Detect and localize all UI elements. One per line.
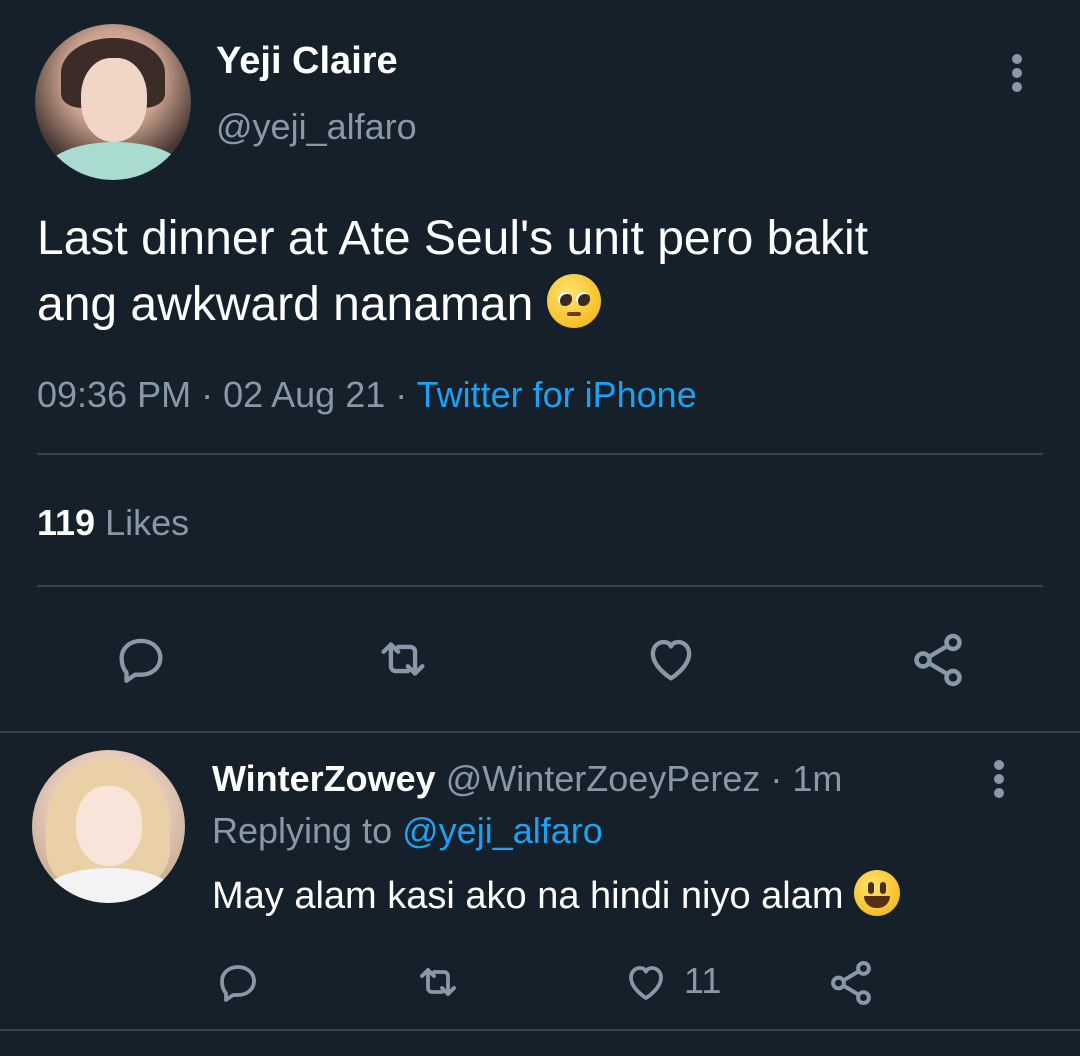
- retweet-icon[interactable]: [372, 630, 434, 688]
- likes-label: Likes: [105, 502, 190, 543]
- reply-author-name[interactable]: WinterZowey: [212, 758, 436, 799]
- like-icon[interactable]: [622, 958, 670, 1006]
- meta-separator: ·: [385, 374, 417, 415]
- likes-count: 119: [37, 502, 96, 543]
- pleading-face-emoji: [546, 274, 601, 328]
- tweet-text-line2: ang awkward nanaman: [37, 278, 534, 331]
- divider: [0, 1029, 1080, 1031]
- timestamp: 09:36 PM · 02 Aug 21: [37, 374, 386, 415]
- reply-like-count: 11: [684, 960, 722, 1001]
- more-options-icon[interactable]: [1002, 54, 1032, 98]
- tweet-meta: 09:36 PM · 02 Aug 21 · Twitter for iPhon…: [37, 374, 697, 416]
- like-icon[interactable]: [642, 630, 700, 688]
- replying-to: Replying to @yeji_alfaro: [212, 810, 603, 852]
- source-link[interactable]: Twitter for iPhone: [417, 374, 697, 415]
- author-handle[interactable]: @yeji_alfaro: [216, 106, 417, 148]
- divider: [0, 731, 1080, 733]
- reply-author-handle[interactable]: @WinterZoeyPerez: [446, 758, 761, 799]
- smiley-emoji: [854, 870, 901, 916]
- reply-icon[interactable]: [112, 630, 170, 688]
- avatar-shirt: [45, 142, 185, 180]
- replying-label: Replying to: [212, 810, 393, 851]
- likes-stat[interactable]: 119 Likes: [37, 502, 189, 544]
- avatar[interactable]: [35, 24, 191, 180]
- avatar-face: [81, 58, 147, 142]
- tweet-text-line1: Last dinner at Ate Seul's unit pero baki…: [37, 212, 869, 265]
- tweet-text: Last dinner at Ate Seul's unit pero baki…: [37, 206, 1037, 338]
- tweet-text-line2-wrap: ang awkward nanaman: [37, 272, 1037, 338]
- reply-text: May alam kasi ako na hindi niyo alam: [212, 875, 844, 917]
- reply-avatar[interactable]: [32, 750, 185, 903]
- divider: [37, 585, 1043, 587]
- share-icon[interactable]: [908, 630, 968, 690]
- replying-mention[interactable]: @yeji_alfaro: [402, 810, 603, 851]
- reply-time: · 1m: [770, 758, 843, 799]
- author-name[interactable]: Yeji Claire: [216, 40, 398, 83]
- reply-header: WinterZowey @WinterZoeyPerez · 1m: [212, 758, 842, 800]
- retweet-icon[interactable]: [412, 958, 464, 1006]
- avatar-face: [76, 786, 142, 866]
- reply-text-wrap: May alam kasi ako na hindi niyo alam: [212, 870, 901, 918]
- reply-icon[interactable]: [214, 958, 262, 1006]
- more-options-icon[interactable]: [984, 760, 1014, 804]
- share-icon[interactable]: [826, 958, 876, 1008]
- divider: [37, 453, 1043, 455]
